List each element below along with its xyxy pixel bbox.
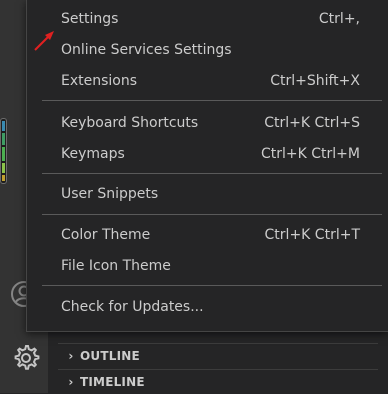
menu-item-label: Keymaps xyxy=(61,146,125,162)
menu-item-label: File Icon Theme xyxy=(61,258,171,274)
menu-item-online-services-settings[interactable]: Online Services Settings xyxy=(27,36,388,64)
gear-icon[interactable] xyxy=(11,343,41,373)
panel-header-outline[interactable]: › OUTLINE xyxy=(58,343,378,368)
menu-item-keymaps[interactable]: Keymaps Ctrl+K Ctrl+M xyxy=(27,140,388,168)
panel-header-timeline[interactable]: › TIMELINE xyxy=(58,369,378,394)
menu-item-user-snippets[interactable]: User Snippets xyxy=(27,180,388,208)
red-arrow-icon xyxy=(34,31,54,51)
menu-item-file-icon-theme[interactable]: File Icon Theme xyxy=(27,252,388,280)
extension-status-meter xyxy=(0,118,7,184)
menu-separator xyxy=(42,173,382,174)
menu-item-shortcut: Ctrl+, xyxy=(318,11,360,27)
menu-item-label: Color Theme xyxy=(61,227,151,243)
menu-item-label: Keyboard Shortcuts xyxy=(61,115,199,131)
chevron-right-icon: › xyxy=(68,375,74,389)
menu-item-label: Check for Updates... xyxy=(61,299,204,315)
panel-title-outline: OUTLINE xyxy=(80,349,140,363)
menu-item-shortcut: Ctrl+K Ctrl+M xyxy=(261,146,360,162)
menu-item-label: Settings xyxy=(61,11,119,27)
panel-title-timeline: TIMELINE xyxy=(80,375,145,389)
menu-item-color-theme[interactable]: Color Theme Ctrl+K Ctrl+T xyxy=(27,221,388,249)
menu-item-check-for-updates[interactable]: Check for Updates... xyxy=(27,293,388,321)
menu-item-label: User Snippets xyxy=(61,186,159,202)
menu-item-shortcut: Ctrl+Shift+X xyxy=(270,73,360,89)
menu-item-shortcut: Ctrl+K Ctrl+T xyxy=(264,227,360,243)
manage-menu: Settings Ctrl+, Online Services Settings… xyxy=(26,0,388,332)
menu-separator xyxy=(42,100,382,101)
menu-separator xyxy=(42,214,382,215)
menu-separator xyxy=(42,285,382,286)
menu-item-keyboard-shortcuts[interactable]: Keyboard Shortcuts Ctrl+K Ctrl+S xyxy=(27,109,388,137)
menu-item-label: Online Services Settings xyxy=(61,42,232,58)
menu-item-extensions[interactable]: Extensions Ctrl+Shift+X xyxy=(27,67,388,95)
menu-item-settings[interactable]: Settings Ctrl+, xyxy=(27,5,388,33)
menu-item-shortcut: Ctrl+K Ctrl+S xyxy=(264,115,360,131)
chevron-right-icon: › xyxy=(68,349,74,363)
menu-item-label: Extensions xyxy=(61,73,138,89)
